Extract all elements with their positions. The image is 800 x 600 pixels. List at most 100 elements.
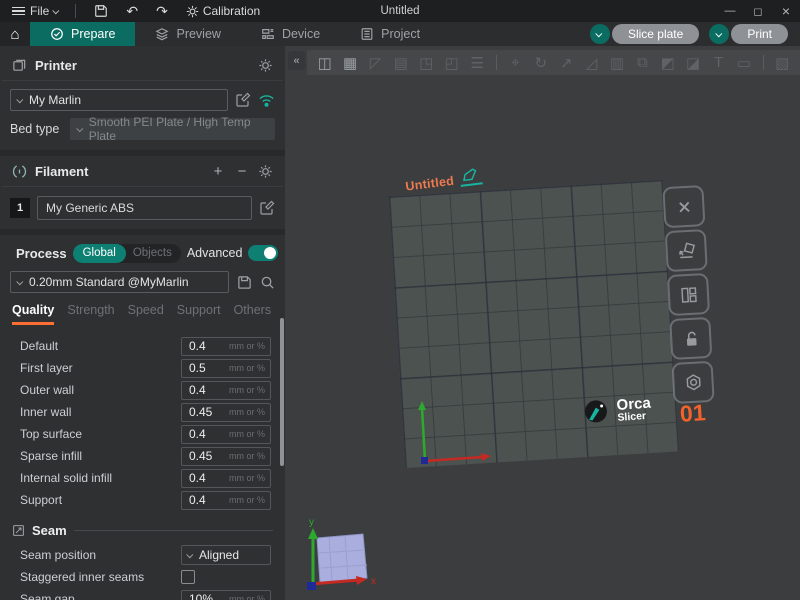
- add-plate-icon[interactable]: ▦: [338, 54, 361, 72]
- assembly-view-icon[interactable]: ▧: [771, 54, 794, 72]
- process-preset-select[interactable]: 0.20mm Standard @MyMarlin: [10, 271, 229, 293]
- param-input[interactable]: 0.4mm or %: [181, 381, 271, 400]
- staggered-inner-seams-checkbox[interactable]: [181, 570, 195, 584]
- param-row: Staggered inner seams: [20, 566, 271, 588]
- text-tool-icon[interactable]: T: [707, 54, 730, 71]
- advanced-label: Advanced: [187, 246, 243, 260]
- plate-thumbnail[interactable]: y x: [293, 498, 403, 598]
- logo-subtitle: Slicer: [617, 410, 652, 423]
- slice-options-button[interactable]: [590, 24, 610, 44]
- print-button[interactable]: Print: [731, 24, 788, 44]
- toolbar-divider: [496, 55, 497, 70]
- arrange-icon[interactable]: ▤: [389, 54, 412, 72]
- seam-gap-input[interactable]: 10%mm or %: [181, 590, 271, 600]
- tab-device[interactable]: Device: [241, 22, 340, 46]
- prepare-icon: [50, 27, 64, 41]
- filament-preset-value: My Generic ABS: [46, 201, 134, 215]
- save-preset-icon[interactable]: [237, 275, 252, 290]
- maximize-button[interactable]: ◻: [744, 0, 772, 22]
- printer-icon: [12, 58, 27, 73]
- param-input[interactable]: 0.4mm or %: [181, 491, 271, 510]
- divider: [75, 4, 76, 18]
- print-options-button[interactable]: [709, 24, 729, 44]
- process-scope-toggle[interactable]: Global Objects: [73, 244, 181, 263]
- viewport-3d[interactable]: « ◫ ▦ ◸ ▤ ◳ ◰ ☰ ⌖ ↻ ↗ ◿ ▥ ⧉ ◩ ◪ T ▭: [285, 46, 800, 600]
- chevron-down-icon: [186, 551, 193, 558]
- param-input[interactable]: 0.45mm or %: [181, 447, 271, 466]
- add-filament-button[interactable]: +: [210, 163, 226, 180]
- paste-icon[interactable]: ◰: [440, 54, 463, 72]
- param-input[interactable]: 0.4mm or %: [181, 469, 271, 488]
- copy-icon[interactable]: ◳: [415, 54, 438, 72]
- chevron-down-icon[interactable]: [53, 7, 60, 14]
- layers-icon[interactable]: ☰: [465, 54, 488, 72]
- process-section-title: Process: [16, 246, 67, 261]
- tab-quality[interactable]: Quality: [12, 303, 54, 325]
- undo-button[interactable]: ↶: [120, 2, 144, 21]
- build-plate[interactable]: [389, 180, 679, 468]
- bed-type-label: Bed type: [10, 122, 62, 136]
- param-row: Internal solid infill 0.4mm or %: [20, 467, 271, 489]
- slice-plate-button[interactable]: Slice plate: [612, 24, 699, 44]
- seam-position-select[interactable]: Aligned: [181, 545, 271, 565]
- printer-section-title: Printer: [35, 58, 77, 73]
- project-icon: [360, 27, 374, 41]
- orca-slicer-window: { "colors": { "teal":"#0b6d61", "teal-mi…: [0, 0, 800, 600]
- printer-settings-gear-icon[interactable]: [258, 58, 273, 73]
- delete-plate-icon[interactable]: [662, 185, 705, 228]
- arrange-plate-icon[interactable]: [667, 273, 710, 316]
- add-object-icon[interactable]: ◫: [313, 54, 336, 72]
- clone-icon[interactable]: ⧉: [631, 54, 654, 71]
- lock-plate-icon[interactable]: [669, 317, 712, 360]
- calibration-label: Calibration: [203, 4, 260, 18]
- tab-preview[interactable]: Preview: [135, 22, 240, 46]
- scope-objects-option[interactable]: Objects: [126, 247, 172, 259]
- param-input[interactable]: 0.5mm or %: [181, 359, 271, 378]
- tab-support[interactable]: Support: [177, 303, 221, 325]
- menu-icon: [12, 5, 25, 18]
- seam-icon: [12, 524, 25, 537]
- tab-others[interactable]: Others: [234, 303, 272, 325]
- calibration-button[interactable]: Calibration: [180, 3, 266, 19]
- measure-icon[interactable]: ▭: [732, 54, 755, 72]
- param-input[interactable]: 0.45mm or %: [181, 403, 271, 422]
- printer-connection-wifi-icon[interactable]: [258, 93, 275, 108]
- rotate-icon[interactable]: ↻: [529, 54, 552, 72]
- redo-button[interactable]: ↷: [150, 2, 174, 21]
- printer-preset-select[interactable]: My Marlin: [10, 89, 228, 111]
- tab-project[interactable]: Project: [340, 22, 440, 46]
- filament-settings-gear-icon[interactable]: [258, 164, 273, 179]
- minimize-button[interactable]: —: [716, 0, 744, 22]
- plate-name-label[interactable]: Untitled: [404, 167, 482, 193]
- close-button[interactable]: ×: [772, 0, 800, 22]
- file-menu[interactable]: File: [8, 2, 63, 20]
- remove-filament-button[interactable]: −: [234, 163, 250, 180]
- lay-flat-icon[interactable]: ◿: [580, 54, 603, 72]
- auto-orient-plate-icon[interactable]: [665, 229, 708, 272]
- edit-printer-icon[interactable]: [235, 92, 251, 108]
- sidebar-scrollbar[interactable]: [280, 318, 284, 466]
- split-to-parts-icon[interactable]: ◩: [656, 54, 679, 72]
- filament-preset-select[interactable]: My Generic ABS: [37, 196, 252, 220]
- scale-icon[interactable]: ↗: [554, 54, 577, 72]
- tab-strength[interactable]: Strength: [67, 303, 114, 325]
- rename-plate-pencil-icon[interactable]: [461, 168, 481, 184]
- mesh-boolean-icon[interactable]: ◪: [681, 54, 704, 72]
- collapse-sidebar-button[interactable]: «: [288, 51, 305, 70]
- auto-orient-icon[interactable]: ◸: [364, 54, 387, 72]
- search-preset-icon[interactable]: [260, 275, 275, 290]
- save-button[interactable]: [88, 3, 114, 19]
- plate-settings-icon[interactable]: [672, 361, 715, 404]
- param-input[interactable]: 0.4mm or %: [181, 337, 271, 356]
- orca-slicer-logo: Orca Slicer: [580, 394, 652, 429]
- param-input[interactable]: 0.4mm or %: [181, 425, 271, 444]
- bed-type-select[interactable]: Smooth PEI Plate / High Temp Plate: [70, 118, 275, 140]
- home-button[interactable]: ⌂: [0, 22, 30, 46]
- tab-prepare[interactable]: Prepare: [30, 22, 135, 46]
- advanced-toggle[interactable]: [248, 245, 278, 261]
- move-icon[interactable]: ⌖: [504, 54, 527, 71]
- scope-global-option[interactable]: Global: [73, 244, 126, 263]
- tab-speed[interactable]: Speed: [128, 303, 164, 325]
- edit-filament-icon[interactable]: [259, 200, 275, 216]
- split-to-objects-icon[interactable]: ▥: [605, 54, 628, 72]
